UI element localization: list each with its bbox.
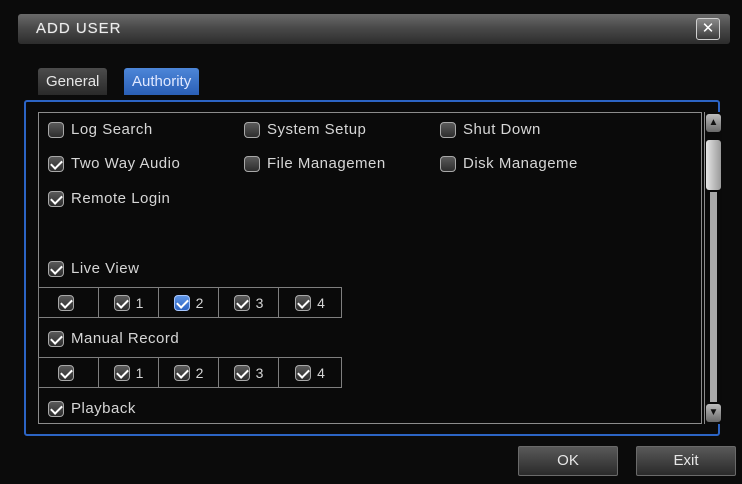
arrow-up-icon: ▲ (708, 117, 719, 128)
permission-playback[interactable]: Playback (48, 400, 136, 417)
permission-log-search[interactable]: Log Search (48, 121, 153, 138)
disk-management-checkbox[interactable] (440, 155, 456, 172)
manual-record-checkbox[interactable] (48, 330, 64, 347)
manual-record-channel-1[interactable]: 1 (99, 358, 159, 387)
add-user-dialog: ADD USER ✕ General Authority Log Search … (0, 0, 742, 484)
channel-label: 4 (317, 294, 325, 311)
channel-label: 1 (135, 364, 144, 381)
channel-label: 3 (255, 364, 264, 381)
live-view-label: Live View (71, 260, 140, 277)
title-bar: ADD USER ✕ (18, 14, 730, 44)
channel-checkbox[interactable] (295, 364, 312, 381)
channel-label: 3 (255, 294, 264, 311)
live-view-channel-all[interactable] (39, 288, 99, 317)
permission-manual-record[interactable]: Manual Record (48, 330, 179, 347)
system-setup-checkbox[interactable] (244, 121, 260, 138)
disk-management-label: Disk Manageme (463, 155, 578, 172)
manual-record-channel-all[interactable] (39, 358, 99, 387)
manual-record-channel-3[interactable]: 3 (219, 358, 279, 387)
log-search-label: Log Search (71, 121, 153, 138)
live-view-channel-1[interactable]: 1 (99, 288, 159, 317)
scroll-thumb[interactable] (706, 140, 721, 190)
scroll-up-button[interactable]: ▲ (706, 114, 721, 132)
scroll-track[interactable] (710, 192, 717, 402)
permission-disk-management[interactable]: Disk Manageme (440, 155, 578, 172)
system-setup-label: System Setup (267, 121, 367, 138)
exit-button[interactable]: Exit (636, 446, 736, 476)
file-management-label: File Managemen (267, 155, 386, 172)
channel-checkbox[interactable] (173, 364, 190, 381)
permission-shut-down[interactable]: Shut Down (440, 121, 541, 138)
channel-checkbox[interactable] (233, 364, 250, 381)
channel-label: 4 (317, 364, 325, 381)
tab-authority[interactable]: Authority (124, 68, 200, 95)
arrow-down-icon: ▼ (708, 407, 719, 418)
channel-checkbox[interactable] (295, 294, 312, 311)
channel-checkbox[interactable] (57, 294, 74, 311)
shut-down-label: Shut Down (463, 121, 541, 138)
two-way-audio-checkbox[interactable] (48, 155, 64, 172)
permission-system-setup[interactable]: System Setup (244, 121, 366, 138)
channel-label: 2 (195, 364, 204, 381)
channel-label: 2 (195, 294, 204, 311)
permission-file-management[interactable]: File Managemen (244, 155, 386, 172)
remote-login-label: Remote Login (71, 190, 171, 207)
shut-down-checkbox[interactable] (440, 121, 456, 138)
manual-record-channel-4[interactable]: 4 (279, 358, 341, 387)
playback-label: Playback (71, 400, 136, 417)
live-view-channel-4[interactable]: 4 (279, 288, 341, 317)
channel-checkbox[interactable] (113, 364, 130, 381)
remote-login-checkbox[interactable] (48, 190, 64, 207)
channel-checkbox[interactable] (57, 364, 74, 381)
live-view-channel-2[interactable]: 2 (159, 288, 219, 317)
close-icon: ✕ (701, 20, 715, 37)
live-view-channel-3[interactable]: 3 (219, 288, 279, 317)
channel-checkbox[interactable] (233, 294, 250, 311)
file-management-checkbox[interactable] (244, 155, 260, 172)
permission-two-way-audio[interactable]: Two Way Audio (48, 155, 180, 172)
manual-record-channel-grid: 1 2 3 4 (38, 357, 342, 388)
live-view-channel-grid: 1 2 3 4 (38, 287, 342, 318)
live-view-checkbox[interactable] (48, 260, 64, 277)
dialog-title: ADD USER (36, 20, 122, 37)
two-way-audio-label: Two Way Audio (71, 155, 181, 172)
channel-checkbox[interactable] (113, 294, 130, 311)
manual-record-label: Manual Record (71, 330, 180, 347)
channel-checkbox[interactable] (173, 294, 190, 311)
vertical-scrollbar[interactable]: ▲ ▼ (704, 112, 722, 424)
log-search-checkbox[interactable] (48, 121, 64, 138)
tab-general[interactable]: General (38, 68, 108, 95)
permission-live-view[interactable]: Live View (48, 260, 139, 277)
ok-button[interactable]: OK (518, 446, 618, 476)
permission-remote-login[interactable]: Remote Login (48, 190, 170, 207)
close-button[interactable]: ✕ (696, 18, 720, 40)
scroll-down-button[interactable]: ▼ (706, 404, 721, 422)
manual-record-channel-2[interactable]: 2 (159, 358, 219, 387)
channel-label: 1 (135, 294, 144, 311)
playback-checkbox[interactable] (48, 400, 64, 417)
